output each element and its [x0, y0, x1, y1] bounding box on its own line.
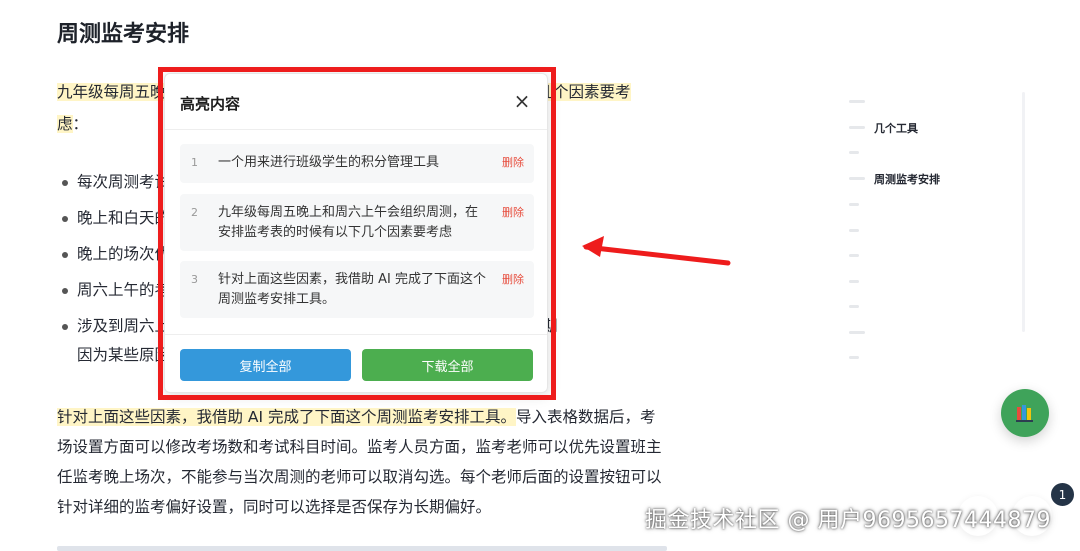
watermark: 掘金技术社区 @ 用户9695657444879: [645, 508, 1051, 533]
notification-badge[interactable]: 1: [1049, 481, 1076, 508]
article-paragraph-2: 针对上面这些因素，我借助 AI 完成了下面这个周测监考安排工具。导入表格数据后，…: [57, 408, 662, 516]
annotation-frame: [158, 67, 556, 400]
table-of-contents: 几个工具 周测监考安排: [849, 92, 1025, 362]
code-block-edge: [57, 546, 667, 551]
article-title: 周测监考安排: [57, 22, 190, 47]
toc-scrollbar[interactable]: [1022, 92, 1025, 332]
highlights-fab-button[interactable]: [1001, 389, 1049, 437]
books-icon: [1016, 405, 1033, 422]
toc-item-exam-schedule[interactable]: 周测监考安排: [874, 171, 940, 187]
highlighted-text[interactable]: 针对上面这些因素，我借助 AI 完成了下面这个周测监考安排工具。: [57, 408, 517, 426]
toc-item-tools[interactable]: 几个工具: [874, 120, 918, 136]
annotation-arrow-icon: [582, 236, 731, 266]
